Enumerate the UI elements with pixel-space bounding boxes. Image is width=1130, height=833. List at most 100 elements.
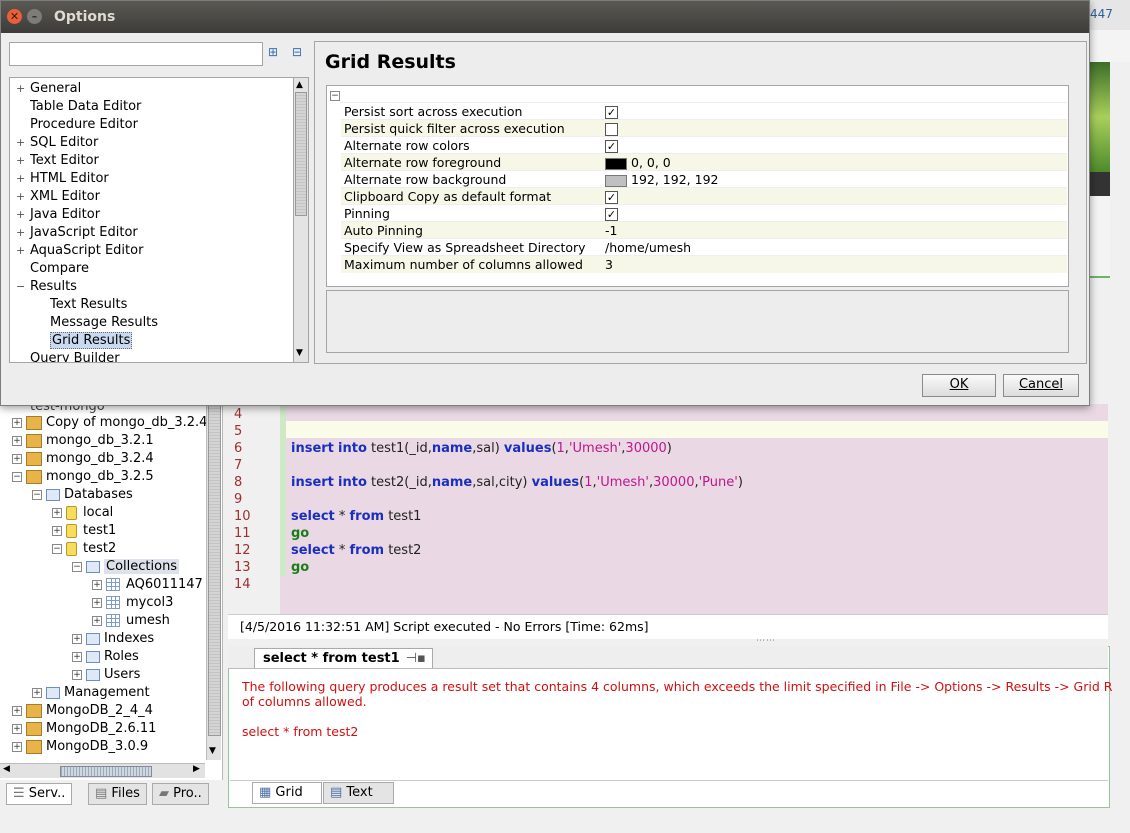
tree-expander-icon[interactable]: + bbox=[16, 188, 30, 206]
group-collapse-icon[interactable]: − bbox=[330, 88, 344, 103]
tree-vscrollbar[interactable]: ▼ bbox=[206, 404, 221, 760]
server-tree-item[interactable]: + test1 bbox=[52, 522, 116, 540]
tab-text[interactable]: ▤ Text bbox=[323, 782, 394, 804]
options-tree-item[interactable]: + General bbox=[16, 80, 81, 98]
scroll-down-icon[interactable]: ▼ bbox=[296, 348, 303, 358]
options-tree-item[interactable]: Text Results bbox=[36, 296, 127, 314]
dialog-titlebar[interactable]: ✕ – Options bbox=[1, 1, 1089, 33]
options-tree-item[interactable]: + JavaScript Editor bbox=[16, 224, 138, 242]
options-tree-item[interactable]: Grid Results bbox=[36, 332, 133, 350]
options-tree-scroll-thumb[interactable] bbox=[295, 92, 307, 216]
tree-expander-icon[interactable]: + bbox=[16, 224, 30, 242]
tree-expander-icon[interactable]: + bbox=[52, 525, 62, 536]
server-tree-item[interactable]: − Collections bbox=[72, 558, 180, 576]
tree-expander-icon[interactable]: + bbox=[16, 152, 30, 170]
tree-expander-icon[interactable]: + bbox=[92, 579, 102, 590]
server-tree-item[interactable]: + MongoDB_2_4_4 bbox=[12, 702, 153, 720]
tree-expander-icon[interactable]: − bbox=[32, 489, 42, 500]
server-tree-item[interactable]: + Roles bbox=[72, 648, 139, 666]
server-tree-item[interactable]: + local bbox=[52, 504, 113, 522]
tree-expander-icon[interactable]: − bbox=[16, 278, 30, 296]
options-tree-item[interactable]: Procedure Editor bbox=[16, 116, 138, 134]
pin-icon[interactable]: ⊣▪ bbox=[406, 651, 426, 666]
property-value[interactable]: ✓ bbox=[605, 205, 618, 222]
tree-expander-icon[interactable]: + bbox=[16, 170, 30, 188]
color-swatch[interactable] bbox=[605, 174, 627, 187]
server-tree-item[interactable]: + umesh bbox=[92, 612, 170, 630]
property-value[interactable]: 192, 192, 192 bbox=[605, 171, 718, 188]
server-tree-item[interactable]: − Databases bbox=[32, 486, 133, 504]
tree-hscrollbar[interactable]: ◀ ▶ bbox=[0, 763, 205, 778]
tree-hscroll-thumb[interactable] bbox=[60, 766, 152, 777]
options-tree-item[interactable]: + HTML Editor bbox=[16, 170, 109, 188]
server-tree-item[interactable]: − mongo_db_3.2.5 bbox=[12, 468, 154, 486]
server-tree-item[interactable]: + Management bbox=[32, 684, 150, 702]
property-value[interactable]: 0, 0, 0 bbox=[605, 154, 671, 171]
tree-vscroll-thumb[interactable] bbox=[208, 404, 221, 736]
server-tree-item[interactable]: + mycol3 bbox=[92, 594, 173, 612]
collapse-all-icon[interactable]: ⊟ bbox=[288, 44, 306, 60]
splitter-grip-icon[interactable]: ⋯⋯ bbox=[756, 636, 776, 646]
tree-expander-icon[interactable]: + bbox=[52, 507, 62, 518]
options-tree-item[interactable]: Message Results bbox=[36, 314, 158, 332]
options-tree-item[interactable]: − Results bbox=[16, 278, 77, 296]
tree-expander-icon[interactable]: − bbox=[12, 471, 22, 482]
property-value[interactable] bbox=[605, 120, 618, 137]
tree-expander-icon[interactable]: − bbox=[52, 543, 62, 554]
tree-expander-icon[interactable]: + bbox=[16, 206, 30, 224]
server-tree-item[interactable]: + mongo_db_3.2.1 bbox=[12, 432, 154, 450]
tab-servers[interactable]: ☰ Serv.. bbox=[6, 783, 73, 805]
server-tree-item[interactable]: + MongoDB_2.6.11 bbox=[12, 720, 156, 738]
server-tree-item[interactable]: + AQ6011147 bbox=[92, 576, 203, 594]
tree-expander-icon[interactable]: + bbox=[72, 669, 82, 680]
minimize-icon[interactable]: – bbox=[27, 9, 42, 24]
tree-expander-icon[interactable]: + bbox=[12, 417, 22, 428]
options-tree-item[interactable]: + XML Editor bbox=[16, 188, 100, 206]
server-tree-item[interactable]: + MongoDB_3.0.9 bbox=[12, 738, 148, 756]
tree-expander-icon[interactable]: + bbox=[16, 134, 30, 152]
property-value[interactable]: ✓ bbox=[605, 137, 618, 154]
server-tree-item[interactable]: + Indexes bbox=[72, 630, 154, 648]
property-checkbox[interactable]: ✓ bbox=[605, 191, 618, 204]
result-tab-query[interactable]: select * from test1 ⊣▪ bbox=[254, 648, 433, 668]
tab-files[interactable]: ▤ Files bbox=[88, 783, 147, 805]
scroll-left-icon[interactable]: ◀ bbox=[3, 764, 10, 774]
property-value[interactable]: ✓ bbox=[605, 188, 618, 205]
tree-expander-icon[interactable]: + bbox=[12, 723, 22, 734]
tree-expander-icon[interactable]: + bbox=[12, 435, 22, 446]
tree-expander-icon[interactable]: − bbox=[72, 561, 82, 572]
options-tree-item[interactable]: Compare bbox=[16, 260, 89, 278]
tree-expander-icon[interactable]: + bbox=[92, 597, 102, 608]
server-tree-item[interactable]: + Users bbox=[72, 666, 140, 684]
options-tree-scrollbar[interactable]: ▲ ▼ bbox=[293, 77, 309, 363]
options-tree-item[interactable]: + Text Editor bbox=[16, 152, 99, 170]
expand-all-icon[interactable]: ⊞ bbox=[264, 44, 282, 60]
property-checkbox[interactable]: ✓ bbox=[605, 208, 618, 221]
property-value[interactable]: /home/umesh bbox=[605, 239, 691, 256]
options-tree-item[interactable]: Table Data Editor bbox=[16, 98, 141, 116]
server-tree-item[interactable]: − test2 bbox=[52, 540, 116, 558]
tree-expander-icon[interactable]: + bbox=[16, 242, 30, 260]
scroll-right-icon[interactable]: ▶ bbox=[193, 764, 200, 774]
tree-expander-icon[interactable]: + bbox=[16, 80, 30, 98]
tree-expander-icon[interactable]: + bbox=[12, 453, 22, 464]
tab-projects[interactable]: ▰ Pro.. bbox=[152, 783, 209, 805]
options-tree-item[interactable]: Query Builder bbox=[16, 350, 120, 362]
property-checkbox[interactable] bbox=[605, 123, 618, 136]
property-value[interactable]: -1 bbox=[605, 222, 617, 239]
tree-expander-icon[interactable]: + bbox=[32, 687, 42, 698]
options-search-input[interactable] bbox=[9, 42, 263, 66]
server-tree-item[interactable]: + mongo_db_3.2.4 bbox=[12, 450, 154, 468]
tree-expander-icon[interactable]: + bbox=[92, 615, 102, 626]
tree-expander-icon[interactable]: + bbox=[72, 633, 82, 644]
tree-expander-icon[interactable]: + bbox=[12, 705, 22, 716]
options-tree-item[interactable]: + Java Editor bbox=[16, 206, 100, 224]
property-value[interactable]: ✓ bbox=[605, 103, 618, 120]
options-tree-item[interactable]: + AquaScript Editor bbox=[16, 242, 143, 260]
scroll-up-icon[interactable]: ▲ bbox=[296, 80, 303, 90]
options-tree-item[interactable]: + SQL Editor bbox=[16, 134, 98, 152]
tab-grid[interactable]: ▦ Grid bbox=[252, 782, 322, 804]
ok-button[interactable]: OK bbox=[922, 374, 996, 397]
property-value[interactable]: 3 bbox=[605, 256, 613, 273]
scroll-down-icon[interactable]: ▼ bbox=[209, 746, 216, 756]
